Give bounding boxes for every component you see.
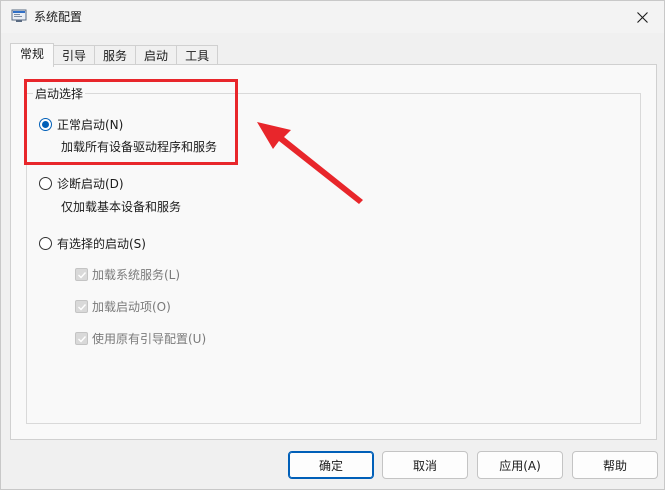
general-tab-panel: 启动选择 正常启动(N) 加载所有设备驱动程序和服务 诊断启动(D) 仅加载基本… bbox=[10, 64, 657, 440]
radio-indicator bbox=[39, 237, 52, 250]
close-icon bbox=[636, 11, 648, 23]
load-system-services-checkbox[interactable]: 加载系统服务(L) bbox=[75, 266, 180, 283]
diagnostic-startup-desc: 仅加载基本设备和服务 bbox=[61, 200, 182, 214]
system-configuration-window: 系统配置 常规 引导 服务 启动 工具 启动选择 正常启动(N) 加载所有设备驱… bbox=[0, 0, 665, 490]
ok-button[interactable]: 确定 bbox=[288, 451, 374, 479]
selective-startup-label: 有选择的启动(S) bbox=[57, 237, 146, 251]
cancel-button[interactable]: 取消 bbox=[382, 451, 468, 479]
normal-startup-radio[interactable]: 正常启动(N) bbox=[39, 116, 123, 133]
load-startup-items-checkbox[interactable]: 加载启动项(O) bbox=[75, 298, 171, 315]
selective-startup-radio[interactable]: 有选择的启动(S) bbox=[39, 235, 146, 252]
msconfig-icon bbox=[11, 8, 27, 24]
title-bar: 系统配置 bbox=[1, 1, 664, 33]
group-label: 启动选择 bbox=[33, 85, 86, 102]
apply-button[interactable]: 应用(A) bbox=[477, 451, 563, 479]
load-startup-items-label: 加载启动项(O) bbox=[92, 300, 171, 314]
close-button[interactable] bbox=[620, 1, 664, 33]
startup-selection-group: 启动选择 正常启动(N) 加载所有设备驱动程序和服务 诊断启动(D) 仅加载基本… bbox=[26, 85, 641, 424]
window-title: 系统配置 bbox=[34, 10, 83, 24]
use-original-boot-config-label: 使用原有引导配置(U) bbox=[92, 332, 207, 346]
diagnostic-startup-label: 诊断启动(D) bbox=[57, 177, 124, 191]
checkbox-checked-disabled bbox=[75, 268, 88, 281]
radio-indicator-checked bbox=[39, 118, 52, 131]
load-system-services-label: 加载系统服务(L) bbox=[92, 268, 181, 282]
checkmark-icon bbox=[78, 304, 87, 311]
help-button[interactable]: 帮助 bbox=[572, 451, 658, 479]
checkbox-checked-disabled bbox=[75, 332, 88, 345]
checkmark-icon bbox=[78, 336, 87, 343]
normal-startup-desc: 加载所有设备驱动程序和服务 bbox=[61, 140, 218, 154]
normal-startup-label: 正常启动(N) bbox=[57, 118, 124, 132]
tab-boot[interactable]: 引导 bbox=[53, 45, 96, 66]
use-original-boot-config-checkbox[interactable]: 使用原有引导配置(U) bbox=[75, 330, 206, 347]
tab-services[interactable]: 服务 bbox=[94, 45, 137, 66]
tab-general[interactable]: 常规 bbox=[10, 43, 55, 67]
tab-startup[interactable]: 启动 bbox=[135, 45, 178, 66]
checkmark-icon bbox=[78, 272, 87, 279]
tab-tools[interactable]: 工具 bbox=[176, 45, 219, 66]
tab-strip: 常规 引导 服务 启动 工具 bbox=[10, 43, 219, 67]
radio-indicator bbox=[39, 177, 52, 190]
diagnostic-startup-radio[interactable]: 诊断启动(D) bbox=[39, 175, 124, 192]
checkbox-checked-disabled bbox=[75, 300, 88, 313]
